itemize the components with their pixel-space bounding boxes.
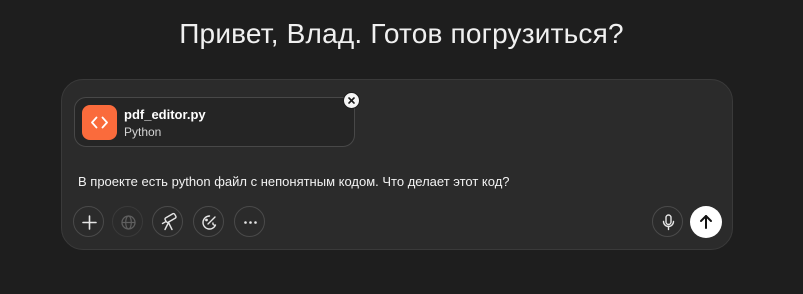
remove-attachment-button[interactable] (343, 92, 360, 109)
send-button[interactable] (690, 206, 722, 238)
add-button[interactable] (73, 206, 104, 237)
page-title: Привет, Влад. Готов погрузиться? (179, 18, 624, 49)
file-type: Python (124, 125, 162, 139)
draw-image-button[interactable] (193, 206, 224, 237)
code-icon (82, 105, 117, 140)
file-attachment[interactable]: pdf_editor.py Python (74, 97, 355, 147)
close-icon (348, 97, 355, 104)
more-tools-button[interactable] (234, 206, 265, 237)
voice-input-button[interactable] (652, 206, 683, 237)
file-name: pdf_editor.py (124, 107, 206, 122)
plus-icon (82, 215, 97, 230)
prompt-composer: pdf_editor.py Python В проекте есть pyth… (61, 79, 733, 250)
microphone-icon (662, 214, 675, 231)
globe-icon (121, 215, 136, 230)
more-icon (244, 221, 257, 224)
web-search-button[interactable] (112, 206, 143, 237)
telescope-icon (161, 212, 177, 231)
arrow-up-icon (700, 215, 712, 229)
deep-research-button[interactable] (152, 206, 183, 237)
prompt-input[interactable]: В проекте есть python файл с непонятным … (78, 174, 510, 189)
palette-icon (202, 215, 217, 230)
